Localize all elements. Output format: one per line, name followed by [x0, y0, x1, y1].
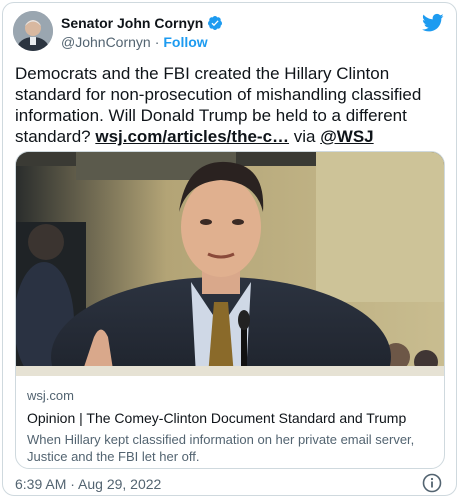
follow-button[interactable]: Follow [163, 34, 207, 50]
tweet-timestamp[interactable]: 6:39 AM · Aug 29, 2022 [15, 476, 161, 492]
author-handle[interactable]: @JohnCornyn [61, 34, 151, 50]
mention-link[interactable]: @WSJ [320, 127, 373, 146]
link-description: When Hillary kept classified information… [27, 432, 415, 464]
separator: · [154, 34, 160, 50]
article-photo-image [16, 152, 444, 376]
info-icon[interactable] [422, 473, 442, 493]
link-domain: wsj.com [27, 388, 74, 403]
display-name[interactable]: Senator John Cornyn [61, 15, 203, 31]
link-preview-card[interactable]: wsj.com Opinion | The Comey-Clinton Docu… [15, 151, 445, 469]
twitter-bird-icon[interactable] [422, 13, 444, 33]
via-text: via [289, 127, 321, 146]
tweet-header: Senator John Cornyn @JohnCornyn · Follow [13, 11, 446, 55]
verified-badge-icon [208, 16, 223, 30]
tweet-card: Senator John Cornyn @JohnCornyn · Follow… [2, 2, 457, 496]
article-link[interactable]: wsj.com/articles/the-c… [95, 127, 289, 146]
link-card-meta: wsj.com Opinion | The Comey-Clinton Docu… [27, 388, 434, 465]
avatar-image [13, 11, 53, 51]
link-title[interactable]: Opinion | The Comey-Clinton Document Sta… [27, 410, 434, 428]
article-photo[interactable] [16, 152, 444, 376]
avatar[interactable] [13, 11, 53, 51]
author-names: Senator John Cornyn @JohnCornyn · Follow [61, 14, 223, 50]
tweet-text: Democrats and the FBI created the Hillar… [15, 63, 445, 147]
